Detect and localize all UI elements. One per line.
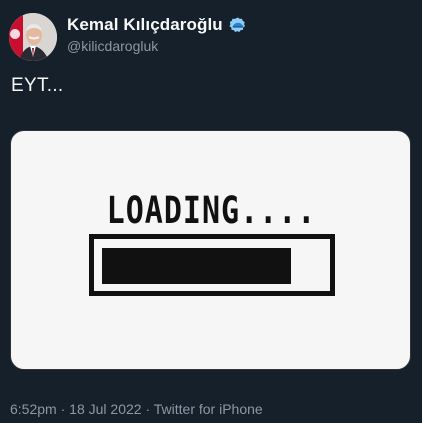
- avatar[interactable]: [9, 13, 57, 61]
- progress-bar: [89, 234, 335, 296]
- verified-badge-icon: [229, 16, 247, 34]
- display-name-row: Kemal Kılıçdaroğlu: [67, 14, 247, 36]
- tweet: Kemal Kılıçdaroğlu @kilicdarogluk EYT...…: [0, 0, 422, 423]
- meta-separator: ·: [145, 401, 151, 417]
- tweet-source[interactable]: Twitter for iPhone: [154, 401, 263, 417]
- meta-separator: ·: [60, 401, 66, 417]
- tweet-time[interactable]: 6:52pm: [10, 401, 57, 417]
- tweet-text: EYT...: [11, 75, 64, 96]
- loading-text: LOADING....: [106, 189, 317, 233]
- tweet-meta: 6:52pm · 18 Jul 2022 · Twitter for iPhon…: [10, 401, 263, 417]
- avatar-image: [9, 13, 57, 61]
- display-name[interactable]: Kemal Kılıçdaroğlu: [67, 15, 223, 35]
- tweet-date[interactable]: 18 Jul 2022: [69, 401, 141, 417]
- handle[interactable]: @kilicdarogluk: [67, 38, 247, 54]
- progress-bar-fill: [102, 248, 291, 284]
- author: Kemal Kılıçdaroğlu @kilicdarogluk: [67, 14, 247, 54]
- media-image[interactable]: LOADING....: [10, 130, 411, 370]
